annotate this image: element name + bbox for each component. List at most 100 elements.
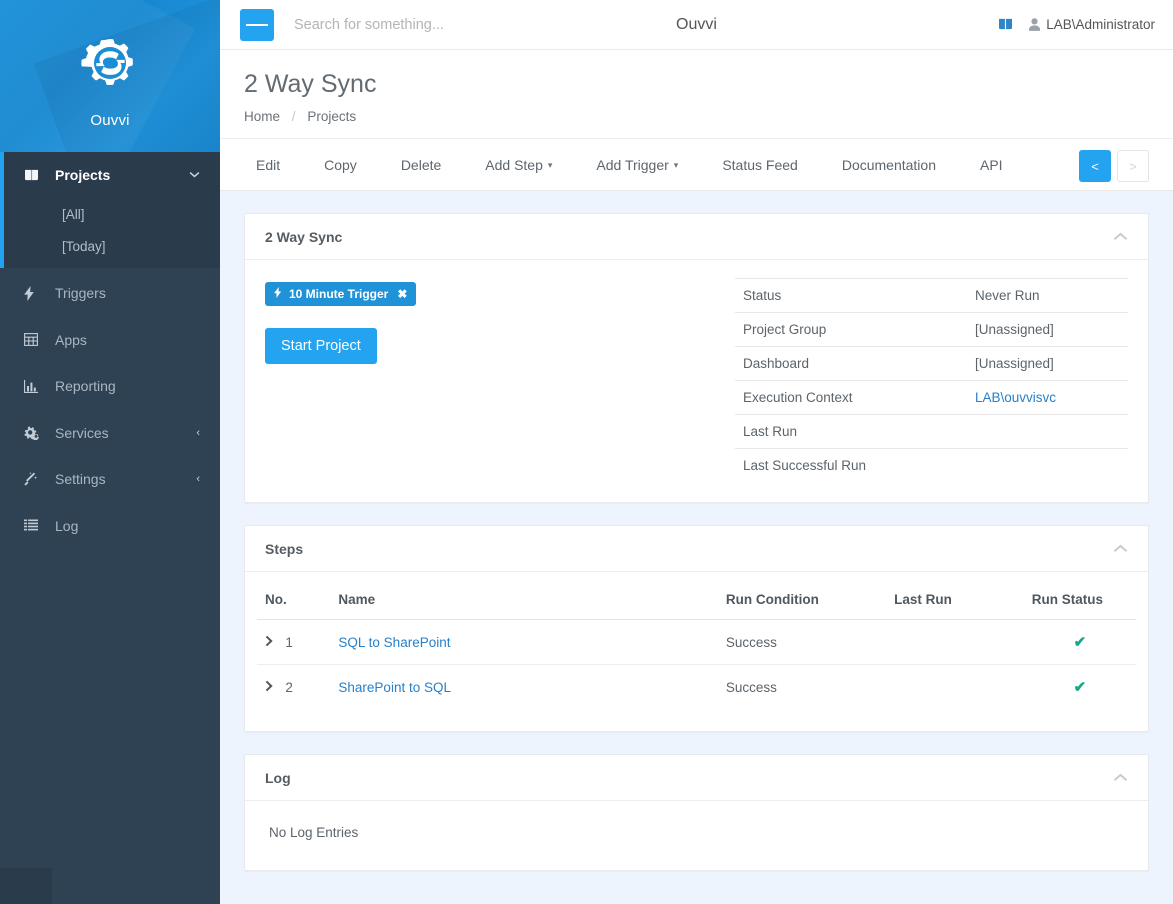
sidebar-item-services[interactable]: Services ‹ xyxy=(0,410,220,457)
toolbar-item-documentation[interactable]: Documentation xyxy=(820,139,958,191)
brand-header: Ouvvi xyxy=(0,0,220,152)
step-number-cell: 2 xyxy=(257,665,330,710)
check-icon: ✔ xyxy=(1073,634,1087,651)
trigger-badge[interactable]: 10 Minute Trigger ✖ xyxy=(265,282,417,306)
panel-body: No. Name Run Condition Last Run Run Stat… xyxy=(245,572,1148,731)
toolbar-item-add-trigger[interactable]: Add Trigger ▾ xyxy=(574,139,700,191)
sidebar-item-projects[interactable]: Projects xyxy=(4,152,220,198)
panel-header: Log xyxy=(245,755,1148,801)
overview-details: Status Never Run Project Group [Unassign… xyxy=(735,278,1128,482)
gear-s-logo-icon xyxy=(73,27,147,106)
toolbar-item-api[interactable]: API xyxy=(958,139,1025,191)
remove-trigger-icon[interactable]: ✖ xyxy=(397,287,407,301)
log-empty-text: No Log Entries xyxy=(269,825,359,840)
table-row: Last Successful Run xyxy=(735,448,1128,483)
sidebar-item-label: Reporting xyxy=(55,378,116,395)
breadcrumb-home[interactable]: Home xyxy=(244,109,280,124)
toolbar-item-label: Status Feed xyxy=(722,156,798,173)
previous-project-button[interactable]: < xyxy=(1079,150,1111,182)
detail-value: [Unassigned] xyxy=(975,356,1054,371)
toolbar-item-label: API xyxy=(980,156,1003,173)
sidebar-item-label: Log xyxy=(55,517,79,534)
log-panel: Log No Log Entries xyxy=(244,754,1149,871)
detail-key: Execution Context xyxy=(743,390,853,405)
toolbar-item-label: Edit xyxy=(256,156,281,173)
detail-key: Last Run xyxy=(743,424,798,439)
sidebar-item-settings[interactable]: Settings ‹ xyxy=(0,456,220,503)
next-project-button: > xyxy=(1117,150,1149,182)
check-icon: ✔ xyxy=(1073,679,1087,696)
chevron-right-icon[interactable] xyxy=(265,680,276,695)
bolt-icon xyxy=(24,285,46,301)
toolbar-item-add-step[interactable]: Add Step ▾ xyxy=(463,139,574,191)
chevron-left-icon[interactable]: ‹ xyxy=(196,427,200,439)
sidebar-group-projects: Projects [All] [Today] xyxy=(0,152,220,268)
sidebar-item-apps[interactable]: Apps xyxy=(0,317,220,364)
hamburger-icon[interactable] xyxy=(240,8,274,41)
breadcrumb-projects[interactable]: Projects xyxy=(307,109,356,124)
toolbar-item-edit[interactable]: Edit xyxy=(234,139,302,191)
chevron-up-icon[interactable] xyxy=(1113,770,1128,785)
detail-key: Last Successful Run xyxy=(743,458,867,473)
sidebar-subitem-today[interactable]: [Today] xyxy=(4,230,220,262)
detail-key: Project Group xyxy=(743,322,827,337)
column-header-last-run: Last Run xyxy=(886,582,1024,620)
app-root: Ouvvi Projects [All] [Today] Triggers Ap… xyxy=(0,0,1173,904)
content-area: 2 Way Sync 10 Minute Trigger ✖ Start Pro… xyxy=(220,191,1173,904)
detail-value xyxy=(967,415,1128,449)
toolbar-item-status-feed[interactable]: Status Feed xyxy=(700,139,820,191)
execution-context-link[interactable]: LAB\ouvvisvc xyxy=(975,390,1056,405)
chevron-up-icon[interactable] xyxy=(1113,229,1128,244)
project-details-table: Status Never Run Project Group [Unassign… xyxy=(735,278,1128,482)
sidebar-subitem-all[interactable]: [All] xyxy=(4,198,220,230)
step-run-condition: Success xyxy=(717,619,887,665)
chevron-up-icon[interactable] xyxy=(1113,541,1128,556)
toolbar-item-label: Add Step xyxy=(485,156,543,173)
step-number: 2 xyxy=(285,679,293,695)
step-run-status: ✔ xyxy=(1023,619,1136,665)
sidebar-item-label: Apps xyxy=(55,331,87,348)
sidebar-subitem-label: [All] xyxy=(62,206,85,222)
gears-icon xyxy=(24,426,46,440)
toolbar-item-copy[interactable]: Copy xyxy=(302,139,379,191)
action-toolbar: Edit Copy Delete Add Step ▾ Add Trigger ▾ … xyxy=(220,139,1173,191)
sidebar-item-label: Services xyxy=(55,424,109,441)
detail-value-cell: LAB\ouvvisvc xyxy=(967,381,1128,415)
bar-chart-icon xyxy=(24,379,46,393)
bolt-icon xyxy=(274,287,282,301)
search-input[interactable] xyxy=(292,15,612,34)
top-bar: Ouvvi LAB\Administrator xyxy=(220,0,1173,50)
chevron-right-icon[interactable] xyxy=(265,635,276,650)
sidebar-item-log[interactable]: Log xyxy=(0,503,220,550)
sidebar-item-label: Triggers xyxy=(55,285,106,302)
step-link[interactable]: SharePoint to SQL xyxy=(338,680,451,695)
book-icon[interactable] xyxy=(998,18,1013,31)
column-header-run-condition: Run Condition xyxy=(717,582,887,620)
main-area: Ouvvi LAB\Administrator xyxy=(220,0,1173,904)
sidebar-scrollbar[interactable] xyxy=(0,868,52,904)
overview-left: 10 Minute Trigger ✖ Start Project xyxy=(265,278,735,482)
chevron-down-icon[interactable] xyxy=(189,169,200,181)
start-project-button[interactable]: Start Project xyxy=(265,328,377,364)
list-icon xyxy=(24,519,46,532)
step-run-status: ✔ xyxy=(1024,665,1136,710)
chevron-down-icon: ▾ xyxy=(547,159,553,170)
table-row: Project Group [Unassigned] xyxy=(735,312,1128,347)
page-header: 2 Way Sync Home / Projects < > xyxy=(220,50,1173,182)
steps-panel: Steps No. Name Run Condition Last Run Ru… xyxy=(244,525,1149,732)
sidebar-item-triggers[interactable]: Triggers xyxy=(0,270,220,317)
table-row[interactable]: 1 SQL to SharePoint Success ✔ xyxy=(257,619,1136,665)
sidebar-item-reporting[interactable]: Reporting xyxy=(0,363,220,410)
panel-header: 2 Way Sync xyxy=(245,214,1148,260)
toolbar-item-label: Delete xyxy=(400,156,442,173)
toolbar-item-delete[interactable]: Delete xyxy=(379,139,463,191)
column-header-no: No. xyxy=(257,582,331,620)
step-name-cell: SharePoint to SQL xyxy=(330,665,717,710)
step-run-condition: Success xyxy=(725,679,777,695)
user-menu[interactable]: LAB\Administrator xyxy=(1029,17,1155,32)
table-header-row: No. Name Run Condition Last Run Run Stat… xyxy=(257,582,1136,620)
step-link[interactable]: SQL to SharePoint xyxy=(338,635,450,650)
detail-value: Never Run xyxy=(975,288,1040,303)
chevron-left-icon[interactable]: ‹ xyxy=(196,473,200,485)
table-row[interactable]: 2 SharePoint to SQL Success ✔ xyxy=(257,665,1136,710)
